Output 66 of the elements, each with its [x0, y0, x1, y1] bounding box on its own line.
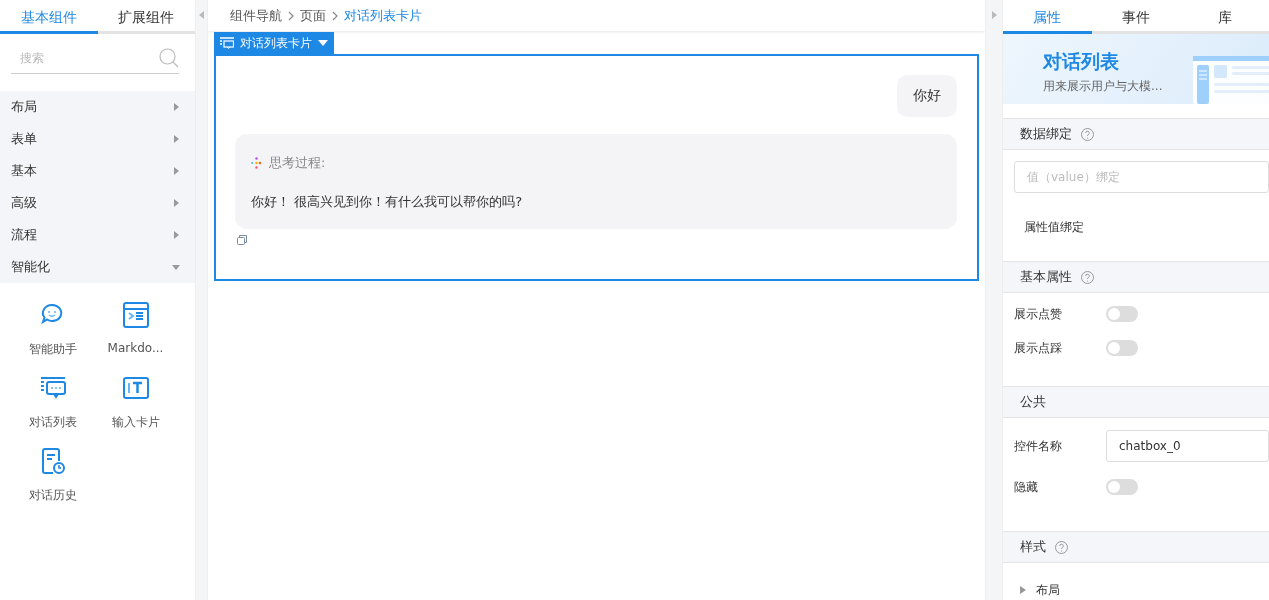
field-label: 隐藏: [1014, 478, 1039, 496]
toggle-switch[interactable]: [1106, 479, 1138, 495]
toggle-switch[interactable]: [1106, 306, 1138, 322]
component-label: 智能助手: [28, 341, 77, 358]
text-box-icon: [121, 374, 150, 402]
category-label: 基本: [11, 162, 37, 180]
thinking-label: 思考过程:: [269, 154, 326, 172]
component-item[interactable]: 智能助手: [11, 301, 94, 358]
banner-title: 对话列表: [1043, 49, 1120, 74]
panel-tab[interactable]: 基本组件: [0, 0, 98, 34]
section-title: 样式: [1020, 538, 1046, 556]
help-icon[interactable]: [1055, 540, 1068, 554]
component-label: 输入卡片: [111, 414, 160, 431]
field-label: 控件名称: [1014, 437, 1063, 455]
chat-list-card[interactable]: 你好 思考过程: 你好！ 很高兴见到你！有什么我可以帮你的吗?: [214, 54, 979, 281]
dots-icon: [251, 157, 261, 169]
collapse-label: 布局: [1036, 581, 1060, 599]
category-label: 布局: [11, 98, 37, 116]
component-label: 对话历史: [28, 487, 77, 504]
collapse-arrow-icon[interactable]: [199, 11, 204, 19]
component-label: Markdo...: [107, 341, 164, 355]
toggle-switch[interactable]: [1106, 340, 1138, 356]
breadcrumb-link[interactable]: 组件导航: [230, 6, 282, 25]
name-field[interactable]: chatbox_0: [1106, 430, 1269, 462]
component-tag[interactable]: 对话列表卡片: [214, 32, 334, 54]
search-icon[interactable]: [159, 48, 179, 68]
chevron-right-icon: [332, 10, 338, 21]
banner-description: 用来展示用户与大模...: [1043, 78, 1163, 95]
assistant-message-text: 你好！ 很高兴见到你！有什么我可以帮你的吗?: [251, 193, 524, 211]
caret-down-icon: [318, 40, 328, 46]
field-label: 展示点赞: [1014, 305, 1063, 323]
binding-label: 属性值绑定: [1023, 219, 1085, 236]
section-title: 基本属性: [1020, 268, 1072, 286]
category-item[interactable]: 高级: [0, 187, 195, 219]
component-item[interactable]: 对话历史: [11, 447, 94, 504]
category-label: 高级: [11, 194, 37, 212]
section-title: 公共: [1020, 393, 1046, 411]
chevron-right-icon: [288, 10, 294, 21]
panel-tab[interactable]: 库: [1180, 0, 1269, 34]
component-label: 对话列表: [28, 414, 77, 431]
category-label: 流程: [11, 226, 37, 244]
code-window-icon: [121, 301, 150, 329]
category-item[interactable]: 表单: [0, 123, 195, 155]
component-item[interactable]: 对话列表: [11, 374, 94, 431]
help-icon[interactable]: [1081, 127, 1094, 141]
field-label: 展示点踩: [1014, 339, 1063, 357]
category-label: 表单: [11, 130, 37, 148]
category-item[interactable]: 基本: [0, 155, 195, 187]
help-icon[interactable]: [1081, 270, 1094, 284]
component-item[interactable]: 输入卡片: [94, 374, 177, 431]
binding-field[interactable]: 值（value）绑定: [1014, 161, 1269, 193]
user-message-bubble: 你好: [897, 75, 957, 117]
component-item[interactable]: Markdo...: [94, 301, 177, 358]
breadcrumb-link[interactable]: 页面: [300, 6, 326, 25]
category-label: 智能化: [11, 258, 50, 276]
section-title: 数据绑定: [1020, 125, 1072, 143]
category-item[interactable]: 流程: [0, 219, 195, 251]
category-item[interactable]: 布局: [0, 91, 195, 123]
panel-tab[interactable]: 扩展组件: [97, 0, 195, 34]
collapse-arrow-icon[interactable]: [991, 11, 997, 19]
collapse-item[interactable]: 布局: [1014, 576, 1269, 600]
breadcrumb-link[interactable]: 对话列表卡片: [344, 6, 422, 25]
panel-tab[interactable]: 事件: [1091, 0, 1181, 34]
category-item[interactable]: 智能化: [0, 251, 195, 283]
chat-list-icon: [220, 37, 234, 49]
copy-icon[interactable]: [237, 235, 247, 245]
